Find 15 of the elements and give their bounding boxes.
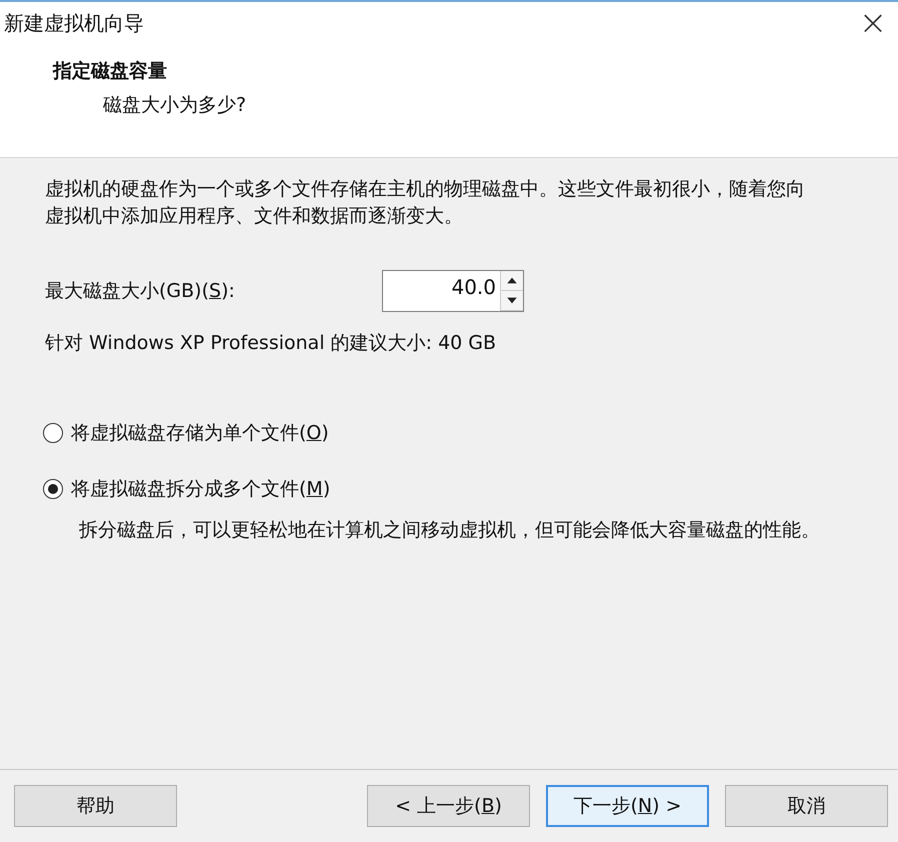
page-heading: 指定磁盘容量 xyxy=(53,59,168,84)
window-title: 新建虚拟机向导 xyxy=(3,10,144,36)
dialog-button[interactable]: 取消 xyxy=(725,785,888,827)
close-button[interactable]: × xyxy=(848,2,898,44)
page-subheading: 磁盘大小为多少? xyxy=(103,93,248,118)
option-description: 拆分磁盘后，可以更轻松地在计算机之间移动虚拟机，但可能会降低大容量磁盘的性能。 xyxy=(79,518,821,543)
recommendation-text: 针对 Windows XP Professional 的建议大小: 40 GB xyxy=(45,331,498,356)
radio-option[interactable]: 将虚拟磁盘存储为单个文件(O) xyxy=(43,420,858,446)
dialog-button[interactable]: 下一步(N) > xyxy=(546,785,709,827)
radio-option[interactable]: 将虚拟磁盘拆分成多个文件(M) xyxy=(43,476,858,502)
dialog-button[interactable]: < 上一步(B) xyxy=(367,785,530,827)
disk-size-label: 最大磁盘大小(GB)(S): xyxy=(45,279,236,304)
disk-size-field[interactable]: 40.0 xyxy=(382,270,524,312)
dialog-button[interactable]: 帮助 xyxy=(14,785,177,827)
intro-text: 虚拟机的硬盘作为一个或多个文件存储在主机的物理磁盘中。这些文件最初很小，随着您向虚拟机中添加应用程序、文件和数据而逐渐变大。 xyxy=(45,177,806,229)
